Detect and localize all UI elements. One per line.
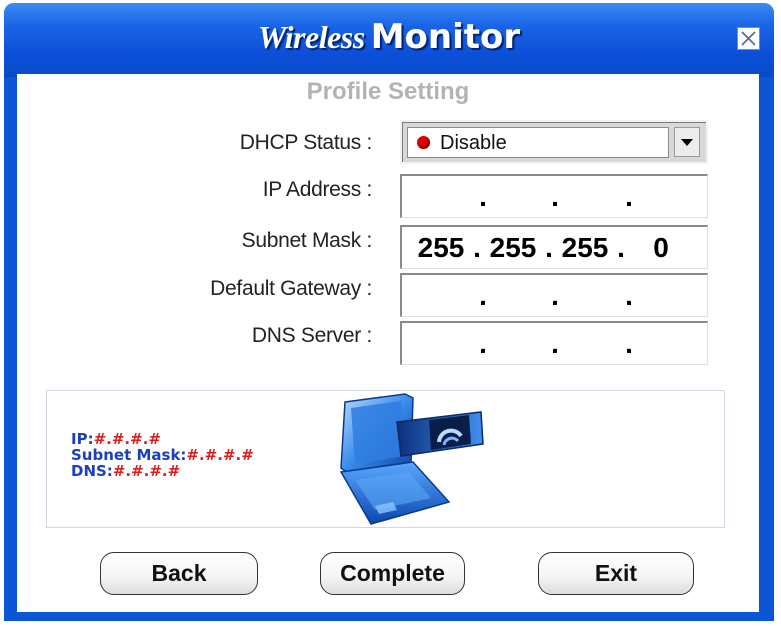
dhcp-status-value-box[interactable]: Disable <box>407 127 669 158</box>
exit-button[interactable]: Exit <box>538 552 694 595</box>
laptop-wireless-card-icon <box>339 393 484 525</box>
dns-separator: . <box>551 328 559 359</box>
gateway-separator: . <box>625 280 633 311</box>
info-ip-line: IP:#.#.#.# <box>71 431 161 447</box>
complete-button[interactable]: Complete <box>320 552 465 595</box>
chevron-down-icon <box>681 139 693 146</box>
dhcp-status-value: Disable <box>440 132 507 154</box>
dhcp-status-label: DHCP Status : <box>239 131 373 154</box>
dns-separator: . <box>479 328 487 359</box>
gateway-separator: . <box>551 280 559 311</box>
wireless-monitor-window: Wireless Monitor Profile Setting DHCP Sta… <box>4 3 774 621</box>
ip-address-field[interactable]: . . . <box>400 174 708 218</box>
ip-address-label: IP Address : <box>262 178 373 201</box>
title-bar[interactable]: Wireless Monitor <box>4 3 774 77</box>
info-mask-line: Subnet Mask:#.#.#.# <box>71 447 254 463</box>
info-dns-value: #.#.#.# <box>112 462 181 480</box>
ip-separator: . <box>551 181 559 212</box>
default-gateway-label: Default Gateway : <box>210 277 372 300</box>
ip-separator: . <box>625 181 633 212</box>
mask-separator: . <box>545 232 553 263</box>
subnet-mask-label: Subnet Mask : <box>241 229 373 252</box>
mask-octet-3[interactable]: 255 <box>556 232 614 264</box>
mask-separator: . <box>473 232 481 263</box>
status-indicator-icon <box>417 136 430 149</box>
info-mask-value: #.#.#.# <box>186 446 254 464</box>
info-dns-label: DNS: <box>71 462 113 480</box>
subnet-mask-field[interactable]: 255 . 255 . 255 . 0 <box>400 225 708 269</box>
dns-server-field[interactable]: . . . <box>400 321 708 365</box>
gateway-separator: . <box>479 280 487 311</box>
dns-separator: . <box>625 328 633 359</box>
window-title: Wireless Monitor <box>257 17 521 57</box>
back-button[interactable]: Back <box>100 552 258 595</box>
mask-octet-4[interactable]: 0 <box>632 232 690 264</box>
mask-octet-2[interactable]: 255 <box>484 232 542 264</box>
info-panel: IP:#.#.#.# Subnet Mask:#.#.#.# DNS:#.#.#… <box>46 390 725 528</box>
dhcp-status-dropdown[interactable]: Disable <box>400 120 708 164</box>
ip-separator: . <box>479 181 487 212</box>
page-title: Profile Setting <box>306 78 470 105</box>
mask-separator: . <box>617 232 625 263</box>
close-button[interactable] <box>737 27 760 50</box>
close-icon <box>741 31 756 46</box>
default-gateway-field[interactable]: . . . <box>400 273 708 317</box>
dialog-body: Profile Setting DHCP Status : Disable IP… <box>17 74 759 612</box>
info-dns-line: DNS:#.#.#.# <box>71 463 180 479</box>
dns-server-label: DNS Server : <box>251 324 372 347</box>
mask-octet-1[interactable]: 255 <box>412 232 470 264</box>
dropdown-arrow-button[interactable] <box>674 127 700 157</box>
